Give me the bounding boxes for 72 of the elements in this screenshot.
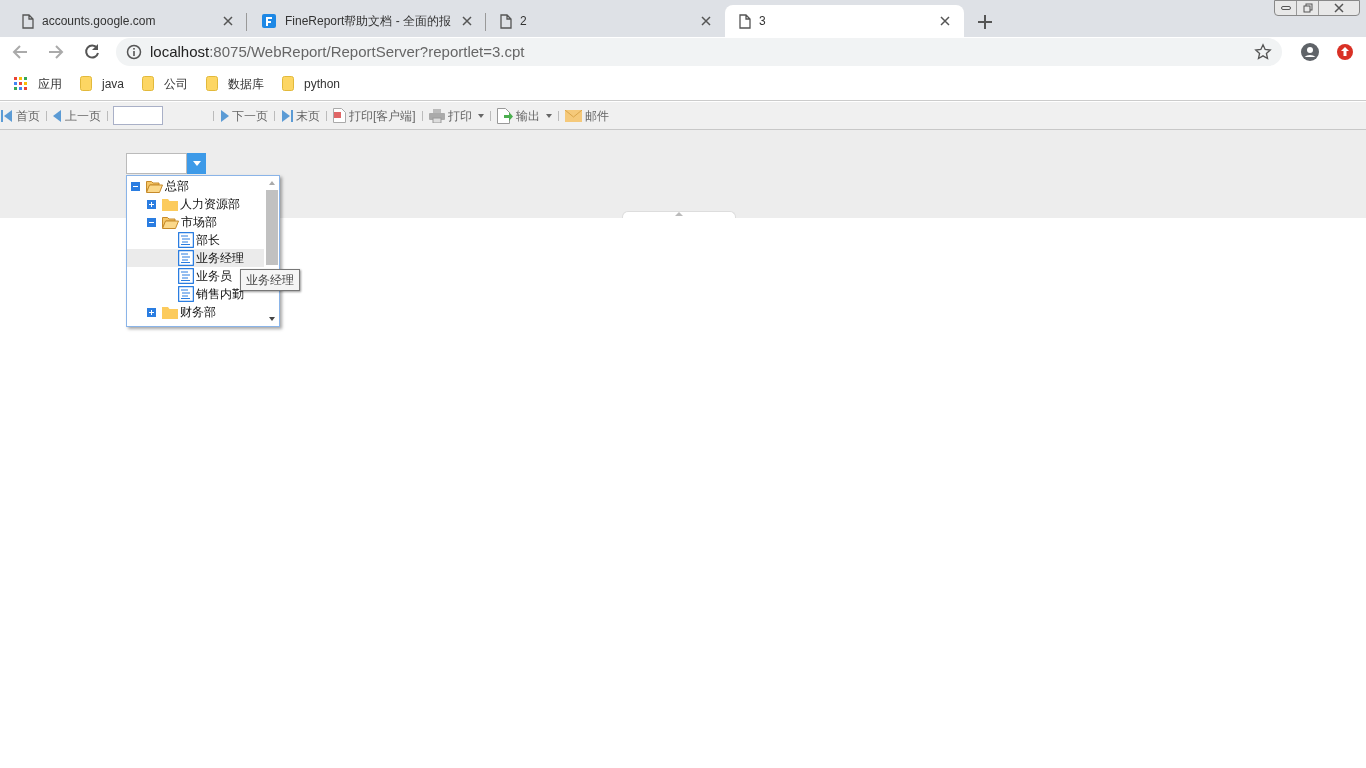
url-text: localhost:8075/WebReport/ReportServer?reportlet=3.cpt bbox=[150, 41, 526, 62]
close-icon bbox=[1333, 3, 1345, 13]
printer-icon bbox=[428, 108, 445, 123]
apps-icon bbox=[14, 76, 28, 91]
caret-icon bbox=[192, 161, 201, 166]
star-icon[interactable] bbox=[1254, 43, 1272, 61]
bookmark[interactable]: 应用 bbox=[14, 74, 62, 93]
close-icon[interactable] bbox=[940, 16, 950, 26]
tree-item[interactable]: 业务经理 bbox=[127, 249, 264, 267]
reload-icon[interactable] bbox=[82, 42, 102, 62]
bookmark[interactable]: python bbox=[282, 74, 341, 93]
toolbar-button[interactable]: 输出 bbox=[495, 106, 553, 125]
collapse-handle[interactable] bbox=[622, 211, 736, 218]
document-icon bbox=[178, 250, 194, 266]
export-icon bbox=[496, 107, 513, 124]
browser-tab[interactable]: accounts.google.com bbox=[8, 5, 247, 37]
info-icon bbox=[126, 44, 142, 60]
bookmark[interactable]: java bbox=[80, 74, 124, 93]
page-icon bbox=[739, 13, 751, 29]
document-icon bbox=[178, 232, 194, 248]
last-page-icon bbox=[281, 109, 293, 122]
folder-icon bbox=[206, 76, 218, 91]
account-icon[interactable] bbox=[1300, 42, 1320, 62]
browser-tab[interactable]: 3 bbox=[725, 5, 964, 37]
page-icon bbox=[22, 13, 34, 29]
toolbar-button[interactable]: 打印[客户端] bbox=[332, 106, 417, 125]
browser-tab[interactable]: 2 bbox=[486, 5, 725, 37]
document-icon bbox=[178, 286, 194, 302]
bookmark[interactable]: 公司 bbox=[142, 74, 188, 93]
toolbar-button[interactable]: 邮件 bbox=[563, 106, 610, 125]
envelope-icon bbox=[564, 109, 582, 122]
browser-tab[interactable]: FineReport帮助文档 - 全面的报 bbox=[247, 5, 486, 37]
folder-icon bbox=[162, 197, 178, 211]
dropdown-button[interactable] bbox=[187, 153, 206, 174]
open-folder-icon bbox=[162, 215, 179, 229]
tree-item[interactable]: 部长 bbox=[127, 231, 264, 249]
previous-icon bbox=[53, 109, 62, 122]
open-folder-icon bbox=[146, 179, 163, 193]
first-page-icon bbox=[1, 109, 13, 122]
collapse-icon[interactable] bbox=[131, 181, 140, 191]
tree-item[interactable]: 人力资源部 bbox=[127, 195, 264, 213]
folder-icon bbox=[282, 76, 294, 91]
document-icon bbox=[333, 108, 346, 123]
bookmark[interactable]: 数据库 bbox=[206, 74, 264, 93]
tree-item[interactable]: 财务部 bbox=[127, 303, 264, 321]
close-icon[interactable] bbox=[462, 16, 472, 26]
page-icon bbox=[500, 13, 512, 29]
next-icon bbox=[220, 109, 229, 122]
toolbar-button[interactable]: 下一页 bbox=[219, 106, 269, 125]
tree-item[interactable]: 市场部 bbox=[127, 213, 264, 231]
collapse-icon[interactable] bbox=[147, 217, 156, 227]
new-tab-icon[interactable] bbox=[978, 15, 992, 29]
logo-icon bbox=[261, 13, 277, 29]
expand-icon[interactable] bbox=[147, 199, 156, 209]
close-icon[interactable] bbox=[223, 16, 233, 26]
update-icon[interactable] bbox=[1336, 43, 1354, 61]
combo-input[interactable] bbox=[126, 153, 187, 174]
toolbar-button[interactable]: 打印 bbox=[427, 106, 485, 125]
folder-icon bbox=[142, 76, 154, 91]
close-icon[interactable] bbox=[701, 16, 711, 26]
tree-item[interactable]: 总部 bbox=[127, 177, 264, 195]
folder-icon bbox=[80, 76, 92, 91]
page-number-field[interactable] bbox=[113, 106, 163, 125]
folder-icon bbox=[162, 305, 178, 319]
restore-icon bbox=[1302, 3, 1313, 13]
toolbar-button[interactable]: 末页 bbox=[280, 106, 321, 125]
toolbar-button[interactable]: 首页 bbox=[0, 106, 41, 125]
expand-icon[interactable] bbox=[147, 307, 156, 317]
toolbar-button[interactable]: 上一页 bbox=[52, 106, 102, 125]
document-icon bbox=[178, 268, 194, 284]
address-bar[interactable]: localhost:8075/WebReport/ReportServer?reportlet=3.cpt bbox=[116, 38, 1282, 66]
tooltip: 业务经理 bbox=[240, 269, 300, 291]
